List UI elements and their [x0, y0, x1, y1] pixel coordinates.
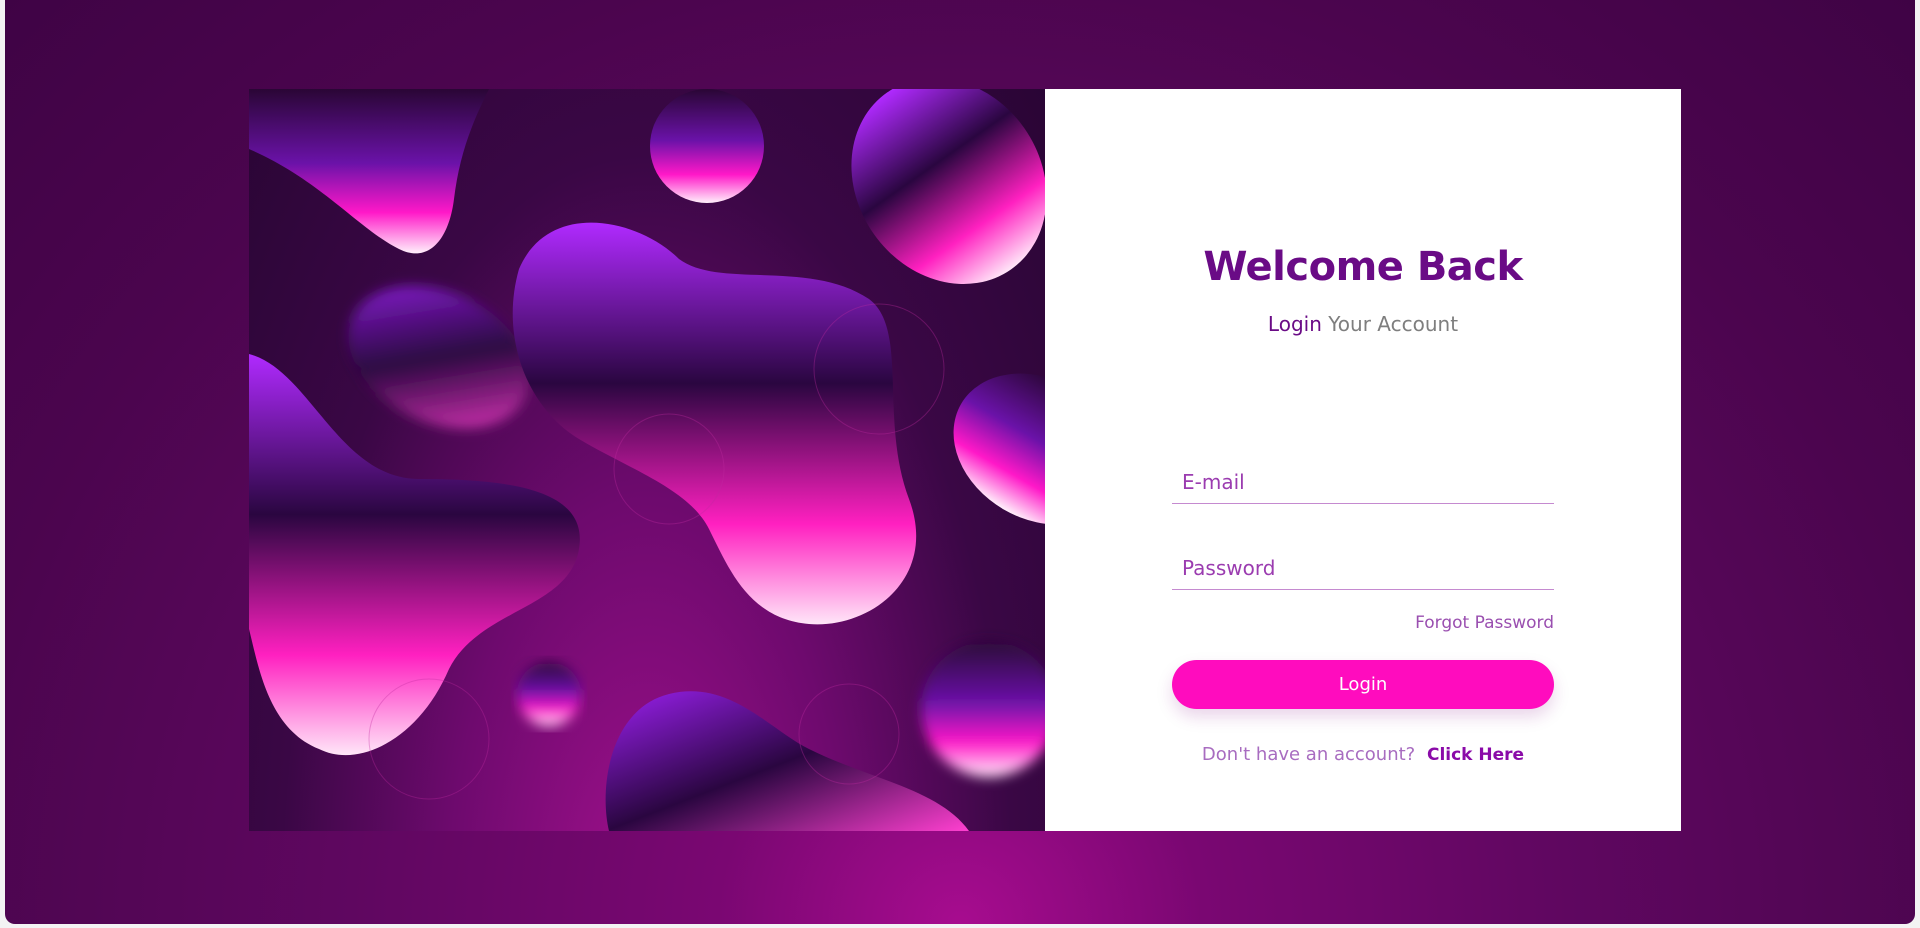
blob-shape — [249, 89, 489, 254]
email-field[interactable] — [1172, 460, 1554, 504]
page-title: Welcome Back — [1203, 244, 1523, 290]
blob-shape — [650, 89, 764, 203]
login-card: Welcome Back Login Your Account Forgot P… — [249, 89, 1681, 831]
signup-prompt: Don't have an account? Click Here — [1045, 744, 1681, 765]
blob-shape — [517, 662, 581, 726]
forgot-password-link[interactable]: Forgot Password — [1415, 613, 1554, 633]
login-panel: Welcome Back Login Your Account Forgot P… — [1045, 89, 1681, 831]
password-field[interactable] — [1172, 546, 1554, 590]
blob-shape — [851, 89, 1045, 285]
signup-prompt-text: Don't have an account? — [1201, 744, 1416, 765]
subtitle-strong: Login — [1267, 312, 1322, 336]
page-background: Welcome Back Login Your Account Forgot P… — [5, 0, 1915, 924]
subtitle-rest: Your Account — [1328, 312, 1459, 336]
signup-link[interactable]: Click Here — [1427, 745, 1524, 765]
blob-shape — [921, 641, 1045, 777]
blob-shape — [605, 691, 969, 831]
decorative-illustration — [249, 89, 1045, 831]
page-subtitle: Login Your Account — [1045, 312, 1681, 336]
login-button[interactable]: Login — [1172, 660, 1554, 709]
liquid-blobs-illustration — [249, 89, 1045, 831]
